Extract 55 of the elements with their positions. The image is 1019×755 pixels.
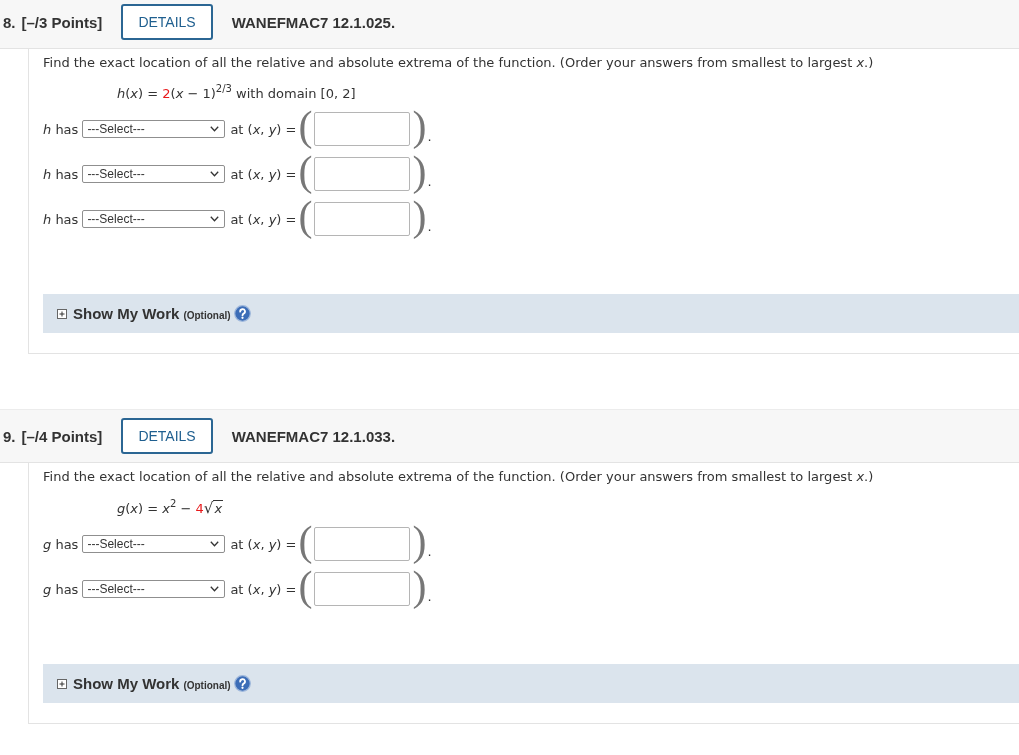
coordinates-label: at (x, y) =	[230, 121, 297, 137]
select-dropdown[interactable]: ---Select---	[82, 210, 226, 228]
answer-field[interactable]	[314, 527, 411, 561]
function-formula: h(x) = 2(x − 1)$^{2/3}$ with domain [0, 2]	[117, 84, 356, 103]
answer-field[interactable]	[314, 157, 411, 191]
select-dropdown[interactable]: ---Select---	[82, 120, 226, 138]
expand-icon[interactable]	[57, 308, 67, 319]
coordinates-label: at (x, y) =	[230, 581, 297, 597]
row-label: g has	[43, 536, 79, 552]
row-label: h has	[43, 121, 79, 137]
select-dropdown[interactable]: ---Select---	[82, 580, 226, 598]
question-prompt: Find the exact location of all the relative and absolute extrema of the function. (Order your answers from smallest to largest x.)	[43, 468, 875, 486]
select-dropdown[interactable]: ---Select---	[82, 535, 226, 553]
close-parenthesis: ).	[412, 111, 432, 147]
optional-note: (Optional)	[183, 680, 231, 691]
open-parenthesis: (	[298, 195, 313, 237]
close-parenthesis: ).	[412, 156, 432, 192]
show-work-link[interactable]: Show My Work	[73, 675, 180, 692]
coordinates-label: at (x, y) =	[230, 166, 297, 182]
points-label: [–/4 Points]	[21, 427, 103, 445]
open-parenthesis: (	[298, 105, 313, 147]
question-prompt: Find the exact location of all the relative and absolute extrema of the function. (Order your answers from smallest to largest x.)	[43, 54, 875, 72]
details-button[interactable]: DETAILS	[121, 418, 213, 454]
coordinates-label: at (x, y) =	[230, 211, 297, 227]
details-button[interactable]: DETAILS	[121, 4, 213, 40]
show-work-link[interactable]: Show My Work	[73, 305, 180, 322]
row-label: g has	[43, 581, 79, 597]
close-parenthesis: ).	[412, 571, 432, 607]
answer-field[interactable]	[314, 202, 411, 236]
question-number: 8.	[3, 13, 16, 31]
chevron-down-icon	[210, 541, 220, 547]
question-code: WANEFMAC7 12.1.025.	[231, 13, 396, 31]
question-code: WANEFMAC7 12.1.033.	[231, 427, 396, 445]
points-label: [–/3 Points]	[21, 13, 103, 31]
open-parenthesis: (	[298, 565, 313, 607]
row-label: h has	[43, 211, 79, 227]
coordinates-label: at (x, y) =	[230, 536, 297, 552]
chevron-down-icon	[210, 216, 220, 222]
row-label: h has	[43, 166, 79, 182]
expand-icon[interactable]	[57, 678, 67, 689]
answer-field[interactable]	[314, 572, 411, 606]
select-dropdown[interactable]: ---Select---	[82, 165, 226, 183]
chevron-down-icon	[210, 126, 220, 132]
open-parenthesis: (	[298, 150, 313, 192]
help-icon[interactable]	[233, 305, 251, 322]
question-number: 9.	[3, 427, 16, 445]
close-parenthesis: ).	[412, 201, 432, 237]
function-formula: g(x) = x$^{2}$ − 4√x	[117, 498, 224, 519]
answer-field[interactable]	[314, 112, 411, 146]
chevron-down-icon	[210, 171, 220, 177]
chevron-down-icon	[210, 586, 220, 592]
open-parenthesis: (	[298, 520, 313, 562]
optional-note: (Optional)	[183, 310, 231, 321]
close-parenthesis: ).	[412, 526, 432, 562]
help-icon[interactable]	[233, 675, 251, 692]
